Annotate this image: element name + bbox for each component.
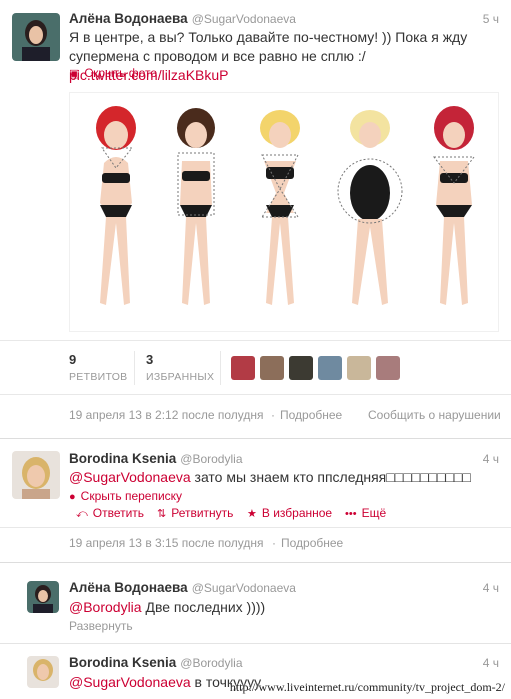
author-name[interactable]: Алёна Водонаева @SugarVodonaeva — [69, 11, 296, 26]
tweet-text-line2: супермена с проводом и все равно не сплю… — [69, 48, 366, 64]
divider — [0, 527, 511, 528]
mention-link[interactable]: @Borodylia — [69, 599, 142, 615]
stat-divider — [134, 351, 135, 385]
reply-button[interactable]: ⤺ Ответить — [76, 506, 144, 521]
figure-5 — [432, 106, 476, 305]
favoriter-avatar[interactable] — [347, 356, 371, 380]
tweet-3: Алёна Водонаева @SugarVodonaeva 4 ч @Boro… — [0, 563, 511, 643]
stat-divider — [220, 351, 221, 385]
favorite-label: В избранное — [261, 506, 333, 520]
author-name-text: Borodina Ksenia — [69, 655, 177, 670]
mention-link[interactable]: @SugarVodonaeva — [69, 674, 191, 690]
avatar[interactable] — [27, 581, 59, 613]
hide-conversation-label: Скрыть переписку — [80, 489, 183, 503]
retweets-count: 9 — [69, 352, 77, 367]
author-handle[interactable]: @SugarVodonaeva — [192, 581, 296, 595]
tweet-time[interactable]: 4 ч — [483, 581, 499, 595]
reply-icon: ⤺ — [76, 508, 88, 520]
tweet-time[interactable]: 5 ч — [483, 12, 499, 26]
tweet-1: Алёна Водонаева @SugarVodonaeva 5 ч Я в ц… — [0, 0, 511, 438]
retweet-label: Ретвитнуть — [171, 506, 234, 520]
author-name[interactable]: Borodina Ksenia @Borodylia — [69, 655, 243, 670]
reply-label: Ответить — [92, 506, 145, 520]
favoriter-avatar[interactable] — [231, 356, 255, 380]
tweet-text-line1: Я в центре, а вы? Только давайте по-чест… — [69, 29, 468, 45]
author-name[interactable]: Алёна Водонаева @SugarVodonaeva — [69, 580, 296, 595]
favoriter-avatar[interactable] — [318, 356, 342, 380]
watermark: http://www.liveinternet.ru/community/tv_… — [229, 680, 505, 694]
favoriter-avatar[interactable] — [376, 356, 400, 380]
favorites-count: 3 — [146, 352, 154, 367]
author-name[interactable]: Borodina Ksenia @Borodylia — [69, 451, 243, 466]
author-name-text: Borodina Ksenia — [69, 451, 177, 466]
photo-icon: ▣ — [69, 68, 80, 80]
details-link[interactable]: Подробнее — [281, 536, 343, 550]
avatar[interactable] — [12, 451, 60, 499]
tweet-2: Borodina Ksenia @Borodylia 4 ч @SugarVodo… — [0, 439, 511, 561]
avatar[interactable] — [27, 656, 59, 688]
author-handle[interactable]: @Borodylia — [180, 656, 242, 670]
more-label: Ещё — [361, 506, 387, 520]
favorite-button[interactable]: ★ В избранное — [247, 506, 332, 520]
report-link[interactable]: Сообщить о нарушении — [368, 408, 501, 422]
figure-4 — [337, 110, 403, 305]
tweet-text-body: зато мы знаем кто ппследняя□□□□□□□□□□ — [190, 469, 471, 485]
favoriter-avatar[interactable] — [289, 356, 313, 380]
figure-3 — [260, 110, 300, 305]
tweet-date[interactable]: 19 апреля 13 в 2:12 после полудня — [69, 408, 264, 422]
figure-1 — [96, 106, 136, 305]
author-name-text: Алёна Водонаева — [69, 580, 188, 595]
tweet-time[interactable]: 4 ч — [483, 452, 499, 466]
tweet-text-body: Две последних )))) — [141, 599, 266, 615]
tweet-text: @SugarVodonaeva зато мы знаем кто ппслед… — [69, 468, 505, 487]
tweet-date[interactable]: 19 апреля 13 в 3:15 после полудня — [69, 536, 264, 550]
divider — [0, 340, 511, 341]
separator-dot: · — [272, 536, 276, 550]
hide-photo-button[interactable]: ▣ Скрыть фото — [69, 66, 157, 80]
separator-dot: · — [271, 408, 275, 422]
retweet-button[interactable]: ⇅ Ретвитнуть — [157, 506, 233, 520]
retweets-label: РЕТВИТОВ — [69, 371, 128, 383]
author-handle[interactable]: @Borodylia — [180, 452, 242, 466]
divider — [0, 394, 511, 395]
retweet-icon: ⇅ — [157, 508, 167, 520]
conversation-icon: ● — [69, 491, 76, 503]
tweet-text: @Borodylia Две последних )))) — [69, 598, 505, 617]
star-icon: ★ — [247, 508, 257, 520]
figure-2 — [177, 108, 215, 305]
hide-conversation-button[interactable]: ● Скрыть переписку — [69, 489, 182, 503]
more-icon: ••• — [345, 508, 357, 520]
author-handle[interactable]: @SugarVodonaeva — [192, 12, 296, 26]
details-link[interactable]: Подробнее — [280, 408, 342, 422]
tweet-time[interactable]: 4 ч — [483, 656, 499, 670]
favorites-label: ИЗБРАННЫХ — [146, 371, 215, 383]
author-name-text: Алёна Водонаева — [69, 11, 188, 26]
hide-photo-label: Скрыть фото — [84, 66, 158, 80]
avatar[interactable] — [12, 13, 60, 61]
tweet-photo[interactable] — [69, 92, 499, 332]
favoriter-avatar[interactable] — [260, 356, 284, 380]
mention-link[interactable]: @SugarVodonaeva — [69, 469, 191, 485]
more-button[interactable]: ••• Ещё — [345, 506, 386, 520]
expand-link[interactable]: Развернуть — [69, 619, 133, 633]
